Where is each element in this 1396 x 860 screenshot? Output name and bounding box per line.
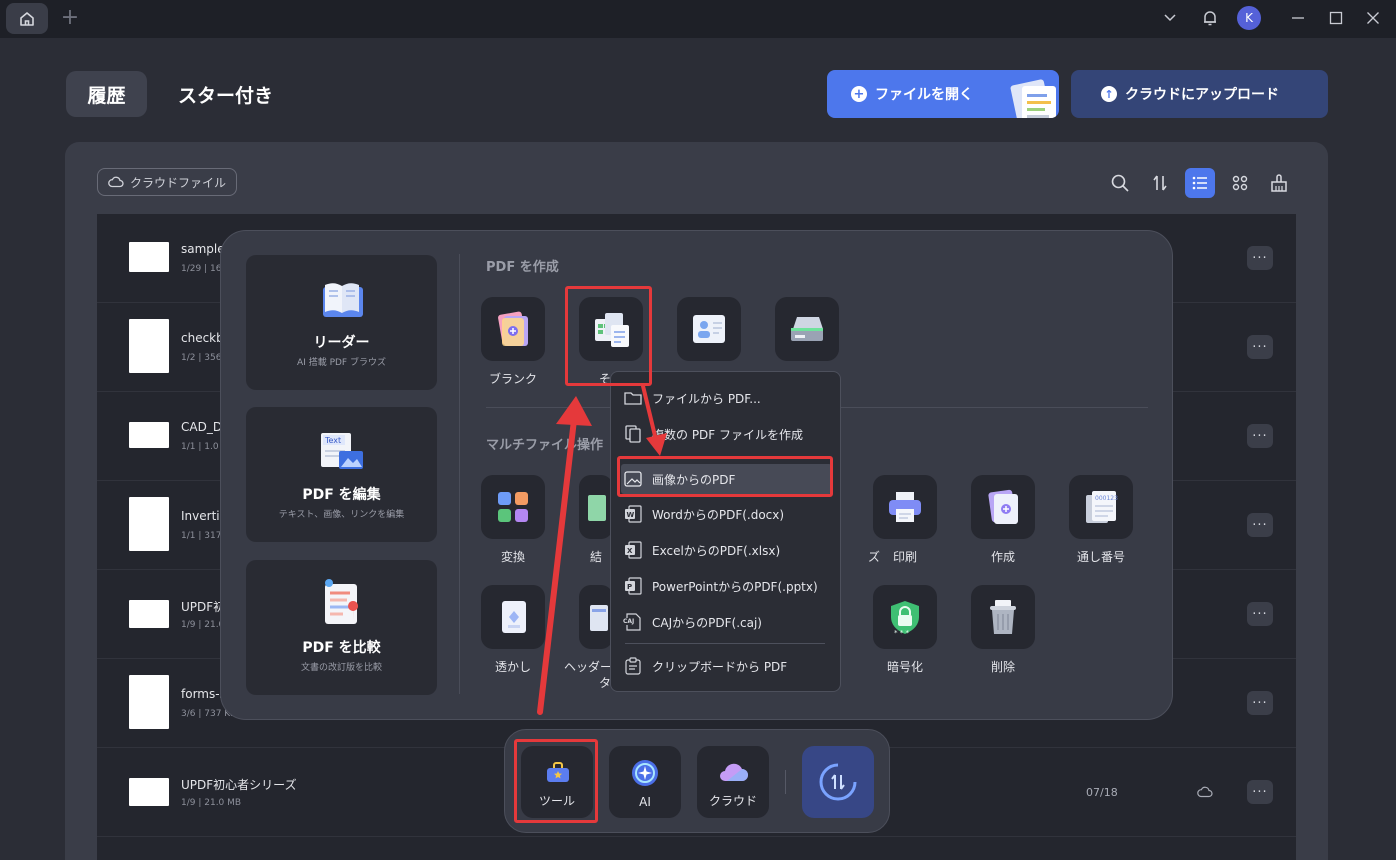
annotation-arrows (537, 384, 667, 715)
